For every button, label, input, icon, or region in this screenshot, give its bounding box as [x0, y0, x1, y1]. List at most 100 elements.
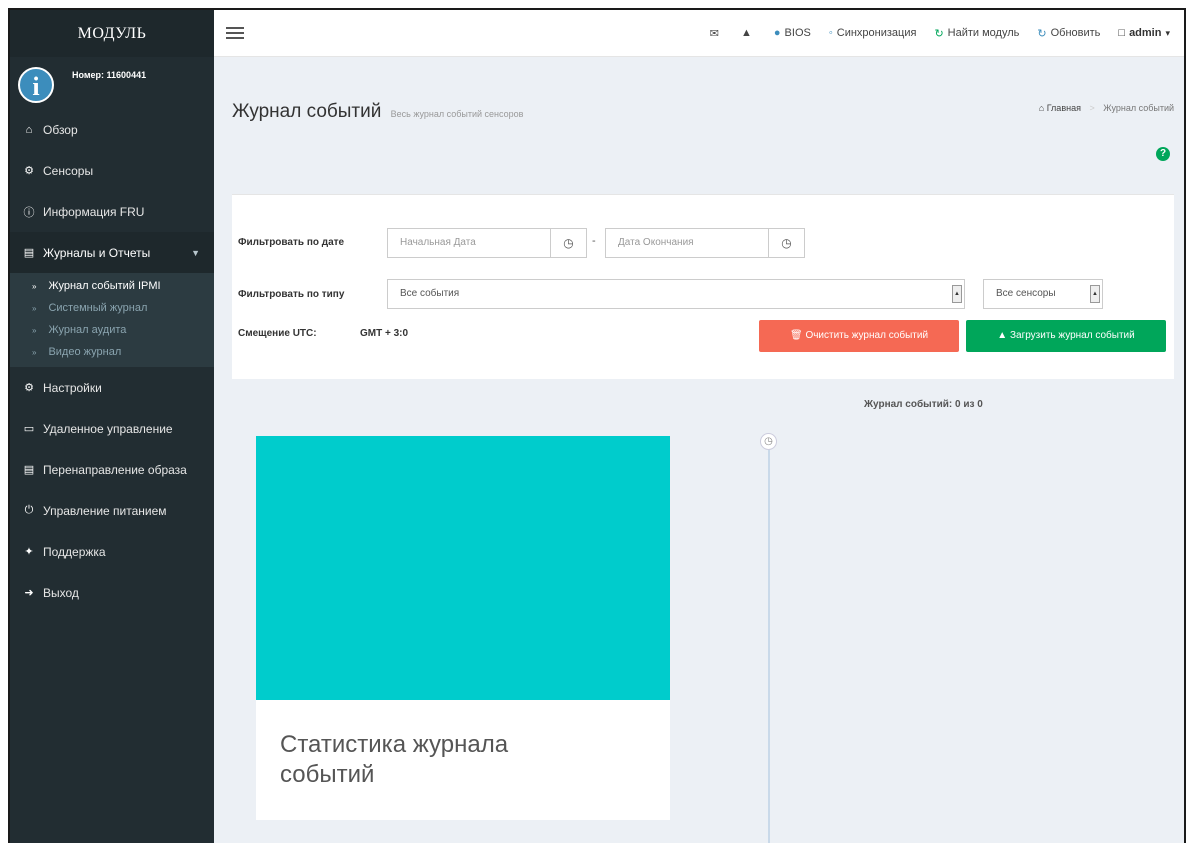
main-content: Журнал событий Весь журнал событий сенсо…	[214, 57, 1184, 843]
page-title-text: Журнал событий	[232, 101, 382, 122]
sidebar-item-overview[interactable]: ⌂ Обзор	[10, 109, 214, 150]
caret-down-icon: ▾	[1165, 27, 1170, 38]
clock-icon[interactable]: ◷	[768, 229, 804, 257]
sidebar-item-logs[interactable]: ▤ Журналы и Отчеты ▼	[10, 232, 214, 273]
date-filter-label: Фильтровать по дате	[238, 237, 345, 248]
logs-submenu: » Журнал событий IPMI » Системный журнал…	[10, 273, 214, 367]
page-subtitle: Весь журнал событий сенсоров	[390, 109, 524, 119]
upload-icon: ▲	[997, 330, 1008, 341]
download-log-button[interactable]: ▲ Загрузить журнал событий	[966, 320, 1166, 352]
bios-label: BIOS	[784, 27, 811, 39]
sidebar-item-label: Выход	[43, 585, 79, 600]
monitor-icon: ▭	[23, 423, 35, 435]
clock-icon: ◷	[760, 433, 777, 450]
top-navbar: ✉ ▲ ● BIOS ◦ Синхронизация ↻ Найти модул…	[214, 10, 1184, 57]
submenu-item-audit[interactable]: » Журнал аудита	[10, 319, 214, 341]
timeline-line	[768, 445, 770, 843]
menu-toggle-icon[interactable]	[226, 24, 244, 42]
sidebar-item-settings[interactable]: ⚙ Настройки	[10, 367, 214, 408]
clock-icon[interactable]: ◷	[550, 229, 586, 257]
sidebar-item-media[interactable]: ▤ Перенаправление образа	[10, 449, 214, 490]
alerts-button[interactable]: ▲	[741, 27, 756, 39]
user-number: Номер: 11600441	[72, 70, 147, 80]
info-dot-icon: ●	[773, 27, 781, 39]
sidebar-item-fru[interactable]: ⓘ Информация FRU	[10, 191, 214, 232]
sidebar-item-label: Поддержка	[43, 544, 106, 559]
log-counter: Журнал событий: 0 из 0	[864, 399, 983, 410]
refresh-button[interactable]: ↻ Обновить	[1037, 27, 1100, 40]
submenu-item-label: Системный журнал	[48, 302, 148, 314]
sidebar-nav: ⌂ Обзор ⚙ Сенсоры ⓘ Информация FRU ▤ Жур…	[10, 109, 214, 613]
sync-button[interactable]: ◦ Синхронизация	[829, 27, 917, 39]
refresh-icon: ↻	[1037, 27, 1047, 40]
brand-title[interactable]: МОДУЛЬ	[10, 10, 214, 57]
breadcrumb-home[interactable]: ⌂ Главная	[1039, 103, 1084, 113]
signout-icon: ➜	[24, 587, 34, 599]
user-icon: □	[1118, 27, 1126, 39]
info-circle-icon: ⓘ	[23, 206, 35, 219]
sidebar-item-label: Управление питанием	[43, 503, 167, 518]
sync-icon: ◦	[828, 27, 833, 39]
sidebar-item-support[interactable]: ✦ Поддержка	[10, 531, 214, 572]
submenu-item-system[interactable]: » Системный журнал	[10, 297, 214, 319]
date-range-dash: -	[592, 235, 596, 247]
breadcrumb-home-label: Главная	[1046, 103, 1081, 113]
breadcrumb-current: Журнал событий	[1103, 103, 1174, 113]
sync-label: Синхронизация	[836, 27, 917, 39]
stat-card-title[interactable]: Статистика журнала событий	[256, 700, 576, 820]
circle-icon: »	[32, 303, 37, 313]
user-panel: i Номер: 11600441	[10, 57, 214, 109]
info-icon: i	[18, 67, 54, 103]
messages-button[interactable]: ✉	[710, 27, 723, 40]
type-filter-label: Фильтровать по типу	[238, 289, 345, 300]
start-date-input[interactable]: Начальная Дата	[388, 229, 550, 257]
event-type-value: Все события	[400, 288, 460, 299]
circle-icon: »	[32, 281, 37, 291]
refresh-label: Обновить	[1050, 27, 1101, 39]
bios-button[interactable]: ● BIOS	[774, 27, 811, 39]
clear-log-label: Очистить журнал событий	[805, 330, 929, 341]
sidebar-item-logout[interactable]: ➜ Выход	[10, 572, 214, 613]
disk-icon: ▤	[23, 464, 35, 476]
warning-icon: ▲	[741, 27, 752, 39]
user-name: admin	[1129, 27, 1162, 39]
trash-icon: 🗑	[789, 330, 803, 341]
refresh-icon: ↻	[934, 27, 944, 40]
chevron-down-icon: ▼	[191, 247, 200, 258]
circle-icon: »	[32, 347, 37, 357]
sidebar-item-sensors[interactable]: ⚙ Сенсоры	[10, 150, 214, 191]
submenu-item-ipmi[interactable]: » Журнал событий IPMI	[10, 275, 214, 297]
sidebar-item-label: Настройки	[43, 380, 102, 395]
gear-icon: ⚙	[24, 382, 34, 394]
event-type-select[interactable]: Все события ▲	[387, 279, 965, 309]
help-icon[interactable]: ?	[1156, 147, 1170, 161]
chart-icon: ▤	[23, 247, 35, 259]
home-icon: ⌂	[25, 123, 33, 136]
submenu-item-label: Журнал аудита	[48, 324, 127, 336]
clear-log-button[interactable]: 🗑 Очистить журнал событий	[759, 320, 959, 352]
sidebar-item-label: Удаленное управление	[43, 421, 173, 436]
sensor-select[interactable]: Все сенсоры ▲	[983, 279, 1103, 309]
submenu-item-video[interactable]: » Видео журнал	[10, 341, 214, 363]
top-nav-right: ✉ ▲ ● BIOS ◦ Синхронизация ↻ Найти модул…	[710, 27, 1184, 40]
submenu-item-label: Журнал событий IPMI	[48, 280, 161, 292]
utc-label: Смещение UTC:	[238, 328, 317, 339]
find-module-button[interactable]: ↻ Найти модуль	[934, 27, 1019, 40]
end-date-input[interactable]: Дата Окончания	[606, 229, 768, 257]
home-icon: ⌂	[1038, 103, 1045, 113]
filter-panel: Фильтровать по дате Начальная Дата ◷ - Д…	[232, 194, 1174, 379]
stat-card: Статистика журнала событий	[256, 436, 670, 820]
chevron-down-icon: ▲	[952, 285, 962, 303]
download-log-label: Загрузить журнал событий	[1009, 330, 1135, 341]
sidebar-item-label: Перенаправление образа	[43, 462, 187, 477]
sidebar-item-remote[interactable]: ▭ Удаленное управление	[10, 408, 214, 449]
chevron-down-icon: ▲	[1090, 285, 1100, 303]
breadcrumb: ⌂ Главная > Журнал событий	[1039, 103, 1174, 113]
find-module-label: Найти модуль	[947, 27, 1020, 39]
sidebar-item-label: Сенсоры	[43, 163, 94, 178]
page-title: Журнал событий Весь журнал событий сенсо…	[232, 101, 523, 123]
sensor-value: Все сенсоры	[996, 288, 1056, 299]
app-frame: МОДУЛЬ i Номер: 11600441 ⌂ Обзор ⚙ Сенсо…	[8, 8, 1186, 843]
user-menu[interactable]: □ admin ▾	[1118, 27, 1170, 39]
sidebar-item-power[interactable]: ⏻ Управление питанием	[10, 490, 214, 531]
